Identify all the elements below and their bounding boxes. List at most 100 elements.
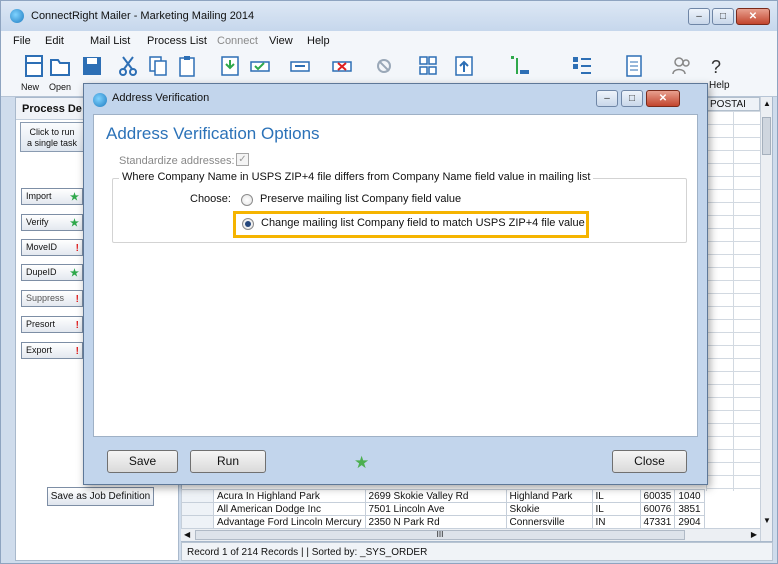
task-export-button[interactable]: Export!	[21, 342, 83, 359]
copy-icon[interactable]	[147, 54, 169, 78]
presort-icon[interactable]	[417, 54, 439, 78]
save-disk-icon[interactable]	[81, 54, 103, 78]
row-selector[interactable]	[181, 515, 214, 529]
run-single-task-button[interactable]: Click to run a single task	[20, 122, 84, 152]
suppress-icon[interactable]	[373, 54, 395, 78]
minimize-button[interactable]: –	[688, 8, 710, 25]
open-label: Open	[49, 82, 72, 92]
change-company-label[interactable]: Change mailing list Company field to mat…	[261, 217, 585, 229]
dialog-close-x-button[interactable]: ✕	[646, 90, 680, 107]
row-selector[interactable]	[181, 502, 214, 516]
task-import-button[interactable]: Import ★	[21, 188, 83, 205]
dialog-maximize-button[interactable]: □	[621, 90, 643, 107]
task-label: MoveID	[26, 242, 58, 252]
change-company-radio[interactable]	[242, 218, 254, 230]
new-list-icon[interactable]	[23, 54, 45, 78]
choose-label: Choose:	[190, 193, 231, 205]
zip-cell[interactable]: 60035	[639, 489, 676, 503]
city-cell[interactable]: Skokie	[505, 502, 593, 516]
table-row[interactable]: Advantage Ford Lincoln Mercury 2350 N Pa…	[181, 515, 705, 529]
title-bar: ConnectRight Mailer - Marketing Mailing …	[1, 1, 777, 31]
maximize-button[interactable]: □	[712, 8, 734, 25]
dialog-minimize-button[interactable]: –	[596, 90, 618, 107]
alert-icon: !	[75, 294, 79, 305]
menu-view[interactable]: View	[269, 35, 293, 47]
star-icon: ★	[70, 192, 79, 203]
scroll-down-icon[interactable]: ▼	[763, 516, 771, 525]
new-label: New	[21, 82, 40, 92]
preserve-company-radio[interactable]	[241, 194, 253, 206]
star-icon: ★	[70, 268, 79, 279]
task-label: Export	[26, 345, 53, 355]
preserve-company-label[interactable]: Preserve mailing list Company field valu…	[260, 193, 461, 205]
save-button[interactable]: Save	[107, 450, 178, 473]
task-label: Suppress	[26, 293, 65, 303]
zip4-cell[interactable]: 3851	[674, 502, 705, 516]
zip-cell[interactable]: 47331	[639, 515, 676, 529]
horizontal-scrollbar[interactable]: ◀ III ▶	[181, 528, 760, 541]
checklist-icon[interactable]	[571, 54, 593, 78]
task-presort-button[interactable]: Presort!	[21, 316, 83, 333]
company-cell[interactable]: All American Dodge Inc	[213, 502, 366, 516]
import-icon[interactable]	[219, 54, 241, 78]
vertical-scroll-thumb[interactable]	[762, 117, 771, 155]
menu-connect[interactable]: Connect	[217, 35, 258, 47]
open-folder-icon[interactable]	[49, 54, 71, 78]
scroll-left-icon[interactable]: ◀	[184, 530, 190, 539]
star-icon: ★	[70, 218, 79, 229]
close-button[interactable]: Close	[612, 450, 687, 473]
address-cell[interactable]: 7501 Lincoln Ave	[364, 502, 507, 516]
standardize-addresses-label: Standardize addresses:	[119, 155, 235, 167]
menu-file[interactable]: File	[13, 35, 31, 47]
postal-column-header[interactable]: POSTAI	[706, 97, 760, 111]
task-verify-button[interactable]: Verify ★	[21, 214, 83, 231]
close-window-button[interactable]: ✕	[736, 8, 770, 25]
horizontal-scroll-thumb[interactable]: III	[195, 530, 685, 540]
standardize-addresses-checkbox[interactable]: ✓	[236, 153, 249, 166]
help-icon[interactable]: ?	[711, 57, 721, 78]
address-cell[interactable]: 2350 N Park Rd	[364, 515, 507, 529]
zip4-cell[interactable]: 1040	[674, 489, 705, 503]
task-dupeid-button[interactable]: DupeID ★	[21, 264, 83, 281]
paste-icon[interactable]	[177, 54, 199, 78]
menu-mail-list[interactable]: Mail List	[90, 35, 130, 47]
state-cell[interactable]: IL	[591, 502, 641, 516]
records-table: Acura In Highland Park 2699 Skokie Valle…	[181, 489, 705, 529]
address-verification-dialog: Address Verification – □ ✕ Address Verif…	[83, 83, 708, 485]
report-icon[interactable]	[623, 54, 645, 78]
city-cell[interactable]: Connersville	[505, 515, 593, 529]
menu-process-list[interactable]: Process List	[147, 35, 207, 47]
address-cell[interactable]: 2699 Skokie Valley Rd	[364, 489, 507, 503]
sort-order-icon[interactable]	[509, 54, 531, 78]
company-cell[interactable]: Advantage Ford Lincoln Mercury	[213, 515, 366, 529]
task-moveid-button[interactable]: MoveID!	[21, 239, 83, 256]
task-label: DupeID	[26, 267, 57, 277]
company-cell[interactable]: Acura In Highland Park	[213, 489, 366, 503]
menu-edit[interactable]: Edit	[45, 35, 64, 47]
city-cell[interactable]: Highland Park	[505, 489, 593, 503]
row-selector[interactable]	[181, 489, 214, 503]
menu-help[interactable]: Help	[307, 35, 330, 47]
zip-cell[interactable]: 60076	[639, 502, 676, 516]
save-as-job-definition-button[interactable]: Save as Job Definition	[47, 487, 154, 506]
verify-icon[interactable]	[249, 54, 271, 78]
delete-duplicate-icon[interactable]	[331, 54, 353, 78]
scroll-up-icon[interactable]: ▲	[763, 99, 771, 108]
table-row[interactable]: Acura In Highland Park 2699 Skokie Valle…	[181, 489, 705, 503]
run-single-line2: a single task	[26, 138, 78, 148]
moveid-icon[interactable]	[289, 54, 311, 78]
state-cell[interactable]: IN	[591, 515, 641, 529]
task-suppress-button[interactable]: Suppress!	[21, 290, 83, 307]
run-button[interactable]: Run	[190, 450, 266, 473]
state-cell[interactable]: IL	[591, 489, 641, 503]
scissors-icon[interactable]	[117, 54, 139, 78]
export-icon[interactable]	[453, 54, 475, 78]
table-row[interactable]: All American Dodge Inc 7501 Lincoln Ave …	[181, 502, 705, 516]
scroll-right-icon[interactable]: ▶	[751, 530, 757, 539]
users-icon[interactable]	[671, 54, 693, 78]
task-label: Import	[26, 191, 52, 201]
vertical-scrollbar[interactable]: ▲ ▼	[760, 97, 772, 541]
task-label: Verify	[26, 217, 49, 227]
zip4-cell[interactable]: 2904	[674, 515, 705, 529]
status-bar: Record 1 of 214 Records | | Sorted by: _…	[181, 542, 773, 561]
